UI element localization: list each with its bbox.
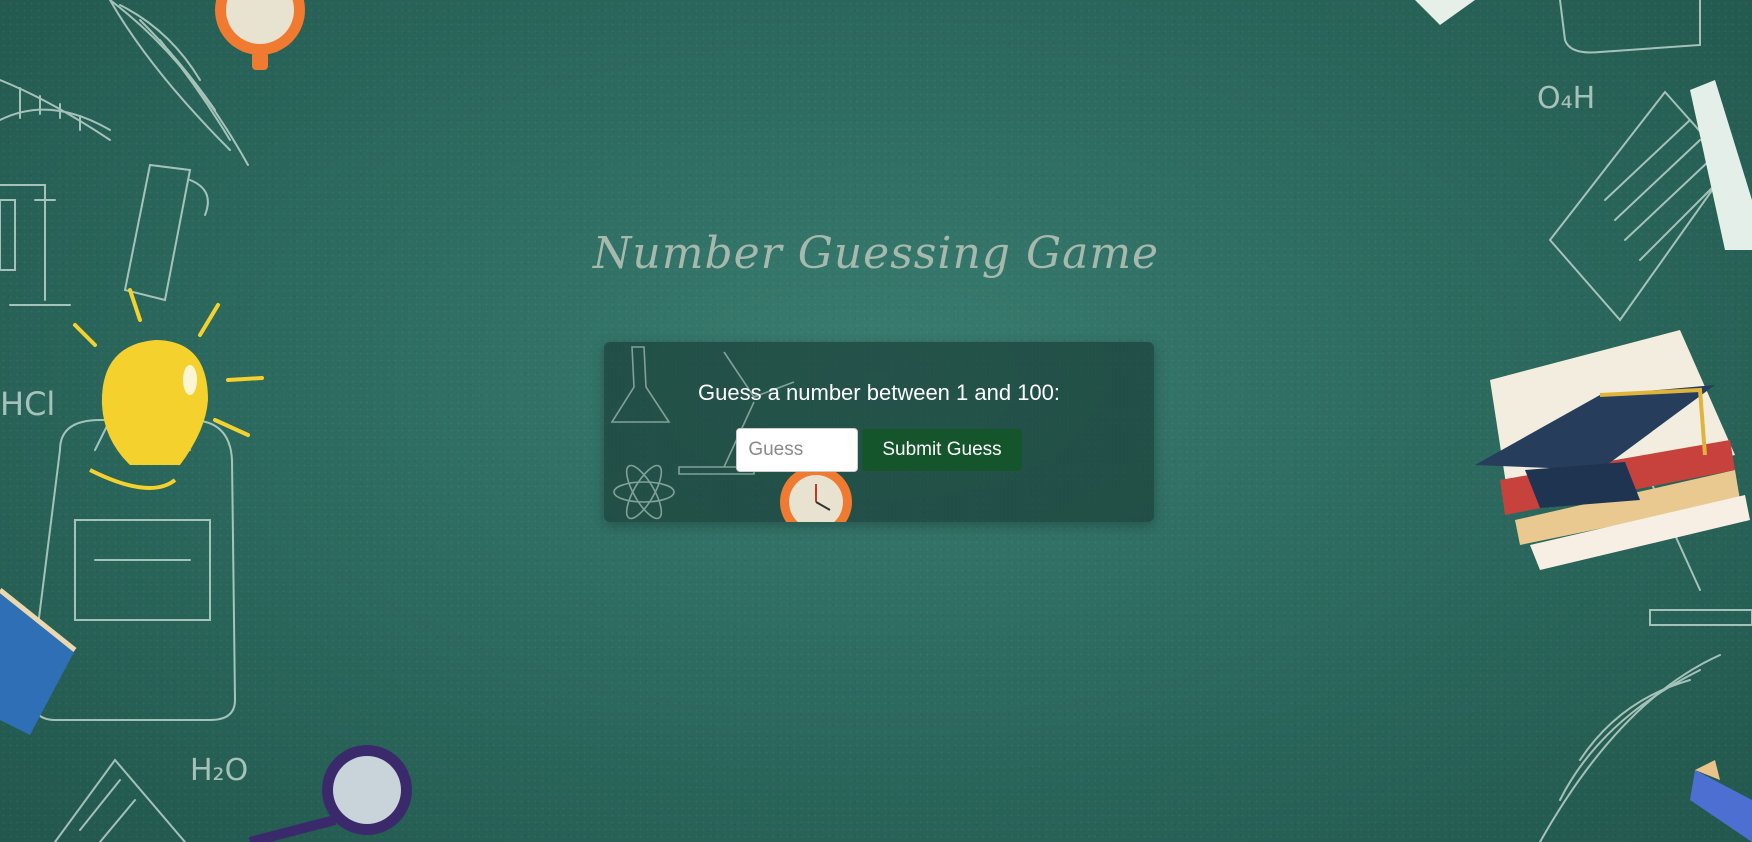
guess-prompt: Guess a number between 1 and 100: (697, 380, 1061, 405)
svg-text:HCl: HCl (0, 385, 55, 423)
alarm-clock-icon (780, 466, 852, 522)
stacked-books-icon (1490, 330, 1750, 570)
svg-text:O₄H: O₄H (1537, 81, 1595, 116)
pencil-icon (1690, 760, 1752, 842)
game-card: Guess a number between 1 and 100: Submit… (604, 342, 1154, 522)
guess-input[interactable] (736, 428, 859, 472)
feather-icon (109, 0, 249, 166)
page-title: Number Guessing Game (592, 228, 1160, 279)
desk-lamp-icon (1649, 479, 1752, 626)
svg-text:H₂O: H₂O (190, 753, 248, 788)
magnifying-glass-icon (248, 745, 412, 842)
backpack-icon (28, 419, 237, 721)
notebook-icon (54, 758, 186, 842)
notebook-icon (1548, 90, 1732, 322)
guess-form: Submit Guess (604, 428, 1154, 472)
graduation-cap-icon (1475, 385, 1715, 508)
dna-icon (0, 79, 111, 141)
feather-icon (1539, 654, 1721, 842)
alarm-clock-icon (215, 0, 305, 70)
submit-guess-button[interactable]: Submit Guess (862, 429, 1022, 471)
light-bulb-icon (73, 288, 264, 490)
book-icon (0, 588, 77, 735)
